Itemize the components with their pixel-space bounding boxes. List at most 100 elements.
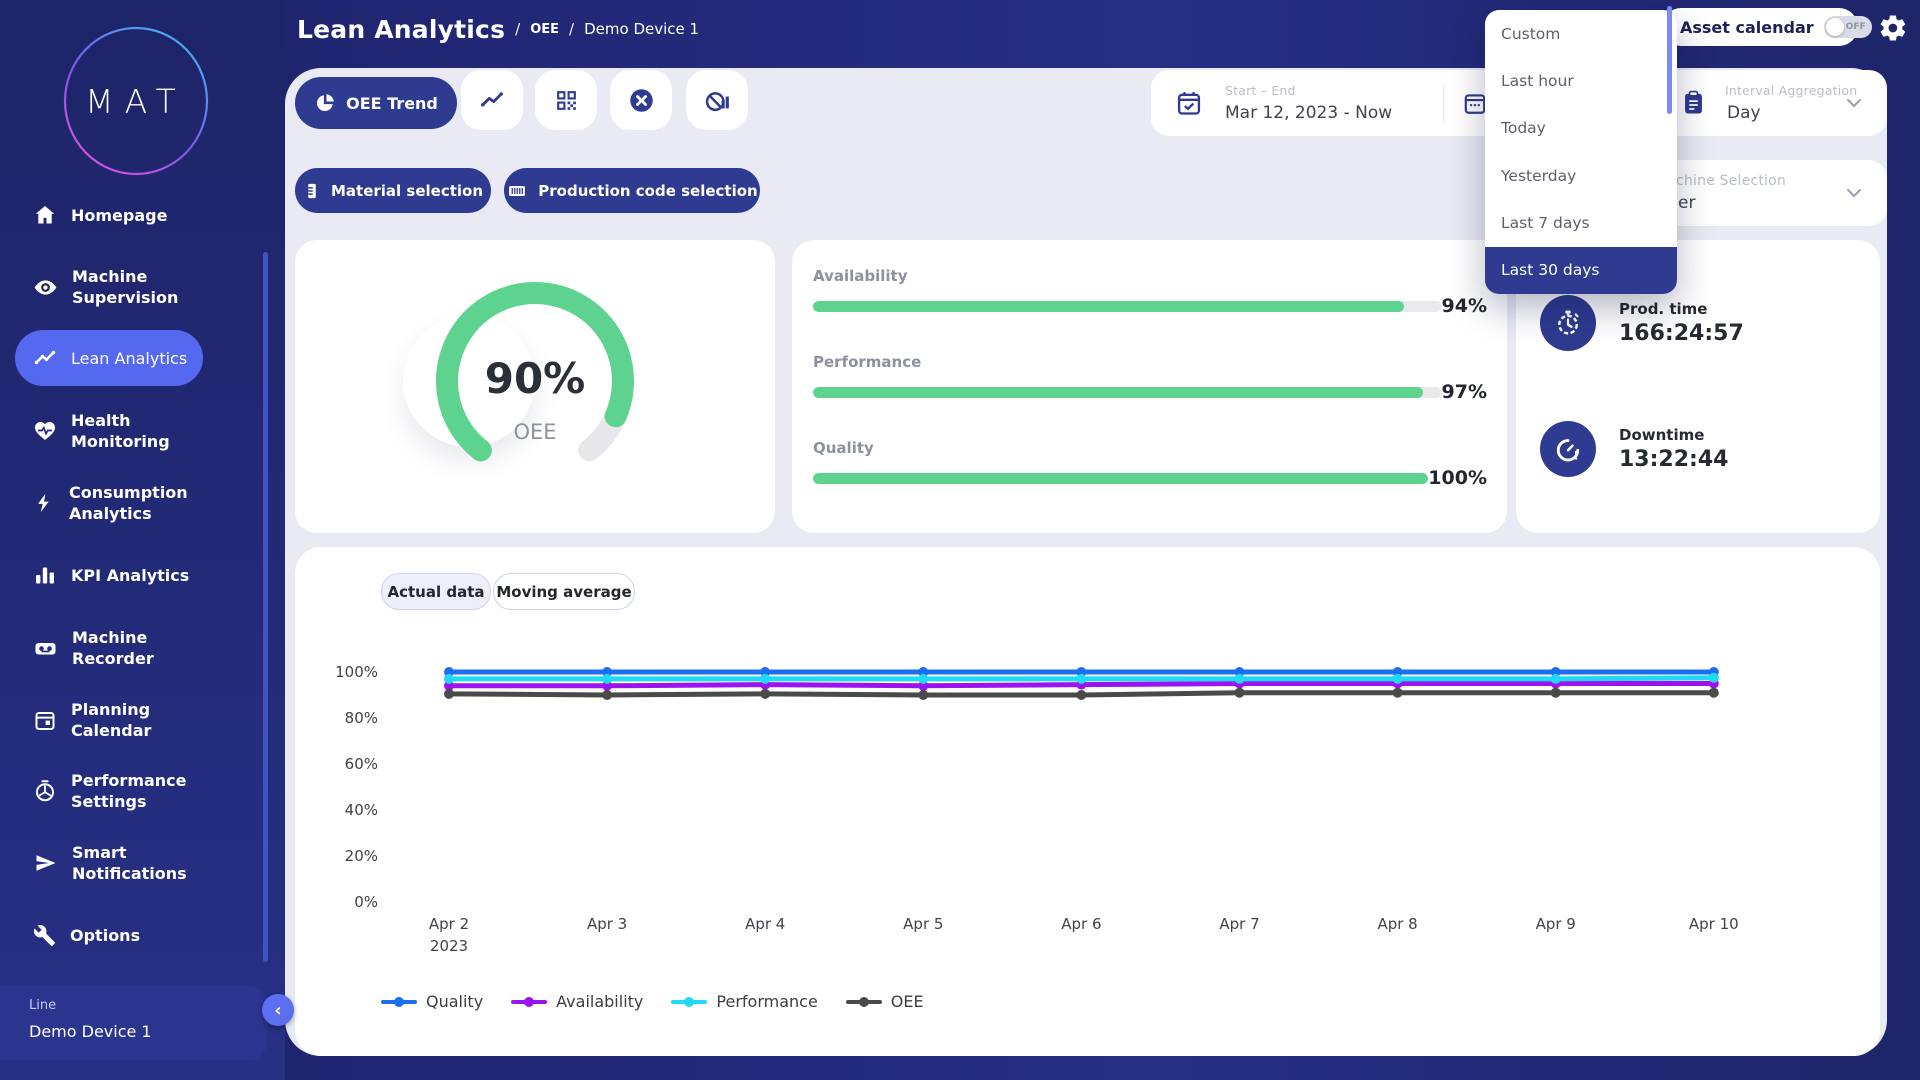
performance-label: Performance — [813, 353, 1487, 371]
sidebar-item-label: Health Monitoring — [71, 410, 210, 452]
svg-text:80%: 80% — [345, 709, 378, 727]
eye-icon — [33, 275, 58, 300]
bar-chart-icon — [33, 563, 57, 587]
date-range-picker[interactable]: Start – End Mar 12, 2023 - Now — [1151, 70, 1506, 136]
tab-moving-average[interactable]: Moving average — [493, 573, 635, 610]
legend-swatch — [671, 1000, 707, 1004]
qr-code-button[interactable] — [535, 70, 597, 130]
availability-bar — [813, 301, 1442, 312]
sidebar-item-health-monitoring[interactable]: Health Monitoring — [15, 411, 210, 451]
tab-label: Actual data — [388, 583, 485, 601]
chevron-down-icon — [1846, 188, 1862, 198]
clear-selection-button[interactable] — [610, 70, 672, 130]
barcode-icon — [506, 181, 528, 201]
sidebar-item-label: Consumption Analytics — [69, 482, 188, 524]
dropdown-option-last-7-days[interactable]: Last 7 days — [1485, 199, 1677, 246]
sidebar-item-options[interactable]: Options — [15, 915, 210, 955]
quality-label: Quality — [813, 439, 1487, 457]
performance-bar-group: Performance 97% — [813, 353, 1487, 403]
material-icon — [303, 181, 321, 201]
production-code-selection-button[interactable]: Production code selection — [504, 168, 760, 213]
trend-icon — [33, 346, 57, 370]
wrench-icon — [33, 924, 56, 947]
dropdown-option-today[interactable]: Today — [1485, 105, 1677, 152]
logo-text: MAT — [85, 82, 187, 121]
dropdown-option-last-hour[interactable]: Last hour — [1485, 57, 1677, 104]
downtime-icon: ! — [1540, 421, 1596, 477]
date-range-label: Start – End — [1225, 83, 1296, 98]
downtime-row: ! Downtime 13:22:44 — [1540, 421, 1728, 477]
sidebar-item-label: Machine Recorder — [72, 627, 210, 669]
breadcrumb: Lean Analytics / OEE / Demo Device 1 — [297, 0, 699, 58]
svg-text:40%: 40% — [345, 801, 378, 819]
sidebar-scrollbar[interactable] — [263, 252, 268, 962]
sidebar-item-machine-recorder[interactable]: Machine Recorder — [15, 628, 210, 668]
legend-item-quality[interactable]: Quality — [381, 992, 483, 1011]
svg-text:0%: 0% — [354, 893, 378, 911]
material-selection-label: Material selection — [331, 182, 483, 200]
sidebar-item-consumption-analytics[interactable]: Consumption Analytics — [15, 477, 210, 529]
dropdown-scrollbar[interactable] — [1667, 6, 1672, 114]
oee-gauge-label: OEE — [295, 420, 775, 444]
svg-text:Apr 10: Apr 10 — [1689, 915, 1739, 933]
pie-chart-icon — [314, 92, 336, 114]
dropdown-option-custom[interactable]: Custom — [1485, 10, 1677, 57]
device-name: Demo Device 1 — [29, 1022, 267, 1041]
performance-bar — [813, 387, 1442, 398]
sidebar-item-lean-analytics[interactable]: Lean Analytics — [15, 330, 203, 386]
asset-calendar-toggle[interactable]: OFF — [1824, 16, 1872, 38]
date-range-value: Mar 12, 2023 - Now — [1225, 103, 1392, 123]
legend-item-oee[interactable]: OEE — [846, 992, 924, 1011]
svg-text:Apr 5: Apr 5 — [903, 915, 943, 933]
svg-text:!: ! — [1574, 450, 1579, 463]
downtime-value: 13:22:44 — [1619, 447, 1728, 472]
bolt-icon — [33, 491, 55, 515]
dropdown-option-last-30-days[interactable]: Last 30 days — [1485, 247, 1677, 294]
sidebar-item-label: KPI Analytics — [71, 565, 189, 586]
sidebar-item-label: Homepage — [71, 205, 167, 226]
dropdown-option-yesterday[interactable]: Yesterday — [1485, 152, 1677, 199]
clipboard-icon — [1680, 89, 1707, 117]
calendar-icon — [33, 708, 57, 732]
line-view-button[interactable] — [461, 70, 523, 130]
x-circle-icon — [628, 87, 655, 114]
shutter-icon — [33, 779, 57, 803]
sidebar-item-planning-calendar[interactable]: Planning Calendar — [15, 694, 210, 746]
selected-device-card[interactable]: Line Demo Device 1 — [0, 986, 267, 1060]
svg-text:Apr 9: Apr 9 — [1536, 915, 1576, 933]
sidebar-collapse-button[interactable]: ‹ — [262, 994, 294, 1026]
legend-item-performance[interactable]: Performance — [671, 992, 817, 1011]
trend-chart: 0%20%40%60%80%100%Apr 22023Apr 3Apr 4Apr… — [320, 640, 1860, 980]
no-data-button[interactable] — [686, 70, 748, 130]
tab-actual-data[interactable]: Actual data — [381, 573, 491, 610]
breadcrumb-item-device[interactable]: Demo Device 1 — [584, 20, 699, 38]
oee-trend-chart-card: Actual data Moving average 0%20%40%60%80… — [295, 547, 1880, 1056]
availability-value: 94% — [1442, 295, 1487, 317]
sidebar-item-kpi-analytics[interactable]: KPI Analytics — [15, 555, 210, 595]
sidebar-item-performance-settings[interactable]: Performance Settings — [15, 765, 210, 817]
interval-aggregation-label: Interval Aggregation — [1725, 83, 1857, 98]
svg-text:60%: 60% — [345, 755, 378, 773]
tab-label: Moving average — [496, 583, 631, 601]
sidebar-item-label: Planning Calendar — [71, 699, 151, 741]
heart-pulse-icon — [33, 419, 57, 443]
quality-bar — [813, 473, 1428, 484]
svg-text:Apr 2: Apr 2 — [429, 915, 469, 933]
svg-text:2023: 2023 — [430, 937, 468, 955]
sidebar-item-smart-notifications[interactable]: Smart Notifications — [15, 837, 210, 889]
svg-text:Apr 4: Apr 4 — [745, 915, 785, 933]
material-selection-button[interactable]: Material selection — [295, 168, 491, 213]
legend-label: Quality — [426, 992, 483, 1011]
sidebar-item-machine-supervision[interactable]: Machine Supervision — [15, 261, 210, 313]
sidebar-item-label: Lean Analytics — [71, 349, 187, 368]
toggle-state: OFF — [1846, 22, 1866, 32]
breadcrumb-item-oee[interactable]: OEE — [530, 22, 559, 37]
legend-item-availability[interactable]: Availability — [511, 992, 643, 1011]
sidebar: MAT Homepage Machine Supervision Lean An… — [0, 0, 285, 1080]
sidebar-item-label: Machine Supervision — [72, 266, 178, 308]
sidebar-item-homepage[interactable]: Homepage — [15, 195, 210, 235]
settings-gear-icon[interactable] — [1878, 13, 1908, 43]
oee-trend-button[interactable]: OEE Trend — [295, 77, 457, 129]
availability-bar-group: Availability 94% — [813, 267, 1487, 317]
home-icon — [33, 203, 57, 227]
